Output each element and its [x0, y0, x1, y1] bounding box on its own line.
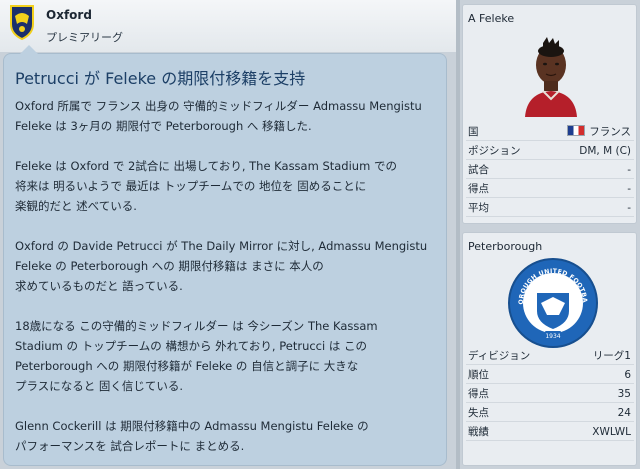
news-line: Feleke は 3ヶ月の 期限付で Peterborough へ 移籍した. — [15, 119, 312, 133]
player-photo[interactable] — [519, 37, 583, 117]
club-stat-division: ディビジョン リーグ1 — [466, 347, 634, 365]
club-name-link[interactable]: Oxford — [46, 8, 92, 22]
news-line: Feleke の Peterborough への 期限付移籍は まさに 本人の — [15, 259, 324, 273]
news-line: 将来は 明るいようで 最近は トップチームでの 地位を 固めることに — [15, 179, 367, 193]
news-line: Feleke は Oxford で 2試合に 出場しており, The Kassa… — [15, 159, 397, 173]
news-paragraph: Oxford の Davide Petrucci が The Daily Mir… — [15, 236, 443, 296]
news-line: 楽観的だと 述べている. — [15, 199, 137, 213]
news-line: Peterborough への 期限付移籍が Feleke の 自信と調子に 大… — [15, 359, 359, 373]
news-line: Oxford の Davide Petrucci が The Daily Mir… — [15, 239, 428, 253]
stat-value: - — [627, 183, 631, 195]
stat-value: - — [627, 202, 631, 214]
news-line: Glenn Cockerill は 期限付移籍中の Admassu Mengis… — [15, 419, 369, 433]
news-body: Oxford 所属で フランス 出身の 守備的ミッドフィルダー Admassu … — [15, 96, 443, 469]
news-line: Oxford 所属で フランス 出身の 守備的ミッドフィルダー Admassu … — [15, 99, 422, 113]
news-line: Stadium の トップチームの 構想から 外れており, Petrucci は… — [15, 339, 368, 353]
stat-label: 平均 — [468, 202, 489, 214]
news-paragraph: 18歳になる この守備的ミッドフィルダー は 今シーズン The Kassam … — [15, 316, 443, 396]
france-flag-icon — [567, 125, 586, 136]
oxford-crest-icon[interactable] — [9, 4, 35, 40]
stat-value: DM, M (C) — [579, 145, 631, 157]
stat-label: 失点 — [468, 407, 489, 419]
news-paragraph: Oxford 所属で フランス 出身の 守備的ミッドフィルダー Admassu … — [15, 96, 443, 136]
stat-value: - — [627, 164, 631, 176]
player-stat-nationality: 国 フランス — [466, 123, 634, 141]
club-card: Peterborough PETERBOROUGH UNITED FOOTBAL… — [462, 232, 637, 466]
news-paragraph: Glenn Cockerill は 期限付移籍中の Admassu Mengis… — [15, 416, 443, 456]
news-line: 18歳になる この守備的ミッドフィルダー は 今シーズン The Kassam — [15, 319, 378, 333]
stat-label: 試合 — [468, 164, 489, 176]
player-card: A Feleke 国 フランス ポジション DM, M (C) 試合 - 得点 … — [462, 4, 637, 224]
division-link[interactable]: リーグ1 — [593, 347, 631, 365]
stat-label: 国 — [468, 126, 479, 138]
news-title: Petrucci が Feleke の期限付移籍を支持 — [15, 69, 306, 88]
stat-label: 得点 — [468, 388, 489, 400]
stat-value[interactable]: フランス — [567, 123, 631, 141]
stat-value: 24 — [617, 407, 631, 419]
stat-value: XWLWL — [592, 426, 631, 438]
stat-label: ポジション — [468, 145, 521, 157]
news-panel: Petrucci が Feleke の期限付移籍を支持 Oxford 所属で フ… — [3, 45, 447, 469]
club-stat-position: 順位 6 — [466, 366, 634, 384]
player-stat-goals: 得点 - — [466, 180, 634, 198]
peterborough-crest-icon[interactable]: PETERBOROUGH UNITED FOOTBALL CLUB 1934 — [507, 257, 599, 349]
crest-year: 1934 — [545, 333, 560, 340]
club-stat-form: 戦績 XWLWL — [466, 423, 634, 441]
player-stat-position: ポジション DM, M (C) — [466, 142, 634, 160]
stat-label: ディビジョン — [468, 350, 531, 362]
stat-value: 35 — [617, 388, 631, 400]
news-line: 求めているものだと 語っている. — [15, 279, 183, 293]
club-name-link[interactable]: Peterborough — [468, 240, 542, 253]
club-stat-goals-for: 得点 35 — [466, 385, 634, 403]
news-line: プラスになると 固く信じている. — [15, 379, 184, 393]
league-name-link[interactable]: プレミアリーグ — [46, 29, 123, 45]
player-stat-apps: 試合 - — [466, 161, 634, 179]
stat-label: 戦績 — [468, 426, 489, 438]
stat-label: 得点 — [468, 183, 489, 195]
club-header: Oxford プレミアリーグ — [0, 0, 456, 52]
stat-label: 順位 — [468, 369, 489, 381]
stat-value: 6 — [624, 369, 631, 381]
news-pointer — [20, 45, 38, 54]
news-paragraph: Feleke は Oxford で 2試合に 出場しており, The Kassa… — [15, 156, 443, 216]
player-name-link[interactable]: A Feleke — [468, 12, 514, 25]
nationality-value[interactable]: フランス — [589, 126, 631, 138]
news-line: パフォーマンスを 試合レポートに まとめる. — [15, 439, 245, 453]
panel-divider — [456, 0, 460, 469]
player-stat-rating: 平均 - — [466, 199, 634, 217]
club-stat-goals-against: 失点 24 — [466, 404, 634, 422]
